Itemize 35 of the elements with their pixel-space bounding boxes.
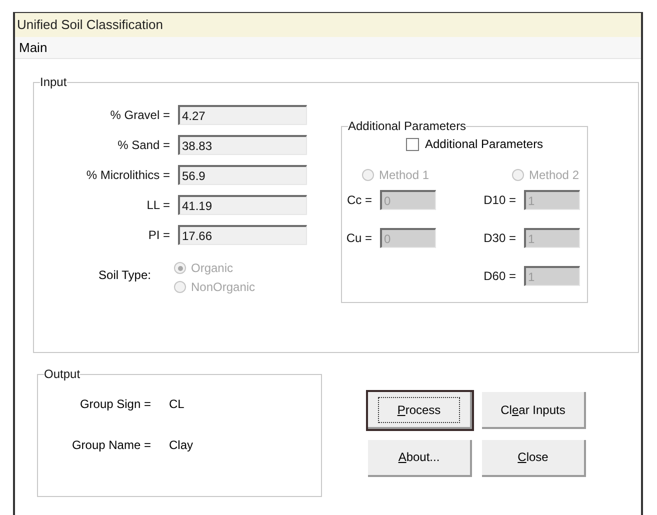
field-label: Soil Type: [98, 267, 151, 284]
input-field[interactable]: 56.9 [178, 165, 307, 185]
checkbox-label: Additional Parameters [425, 136, 544, 153]
field-label: D10 = [482, 192, 516, 209]
group-title: Additional Parameters [348, 118, 466, 135]
output-label: Group Name = [70, 437, 151, 454]
group-title: Output [44, 366, 80, 383]
field-label: % Gravel = [109, 107, 170, 124]
field-label: LL = [146, 197, 170, 214]
radio-label: NonOrganic [191, 279, 256, 296]
output-value: CL [169, 396, 184, 413]
menu-item[interactable]: Main [18, 38, 48, 58]
output-label: Group Sign = [78, 396, 151, 413]
checkbox[interactable] [406, 138, 419, 150]
dialog-button[interactable]: Process [368, 392, 472, 429]
input-field[interactable]: 17.66 [178, 225, 307, 245]
group-title: Input [40, 74, 67, 91]
field-label: % Microlithics = [85, 167, 170, 184]
dialog-button[interactable]: About... [368, 440, 472, 476]
radio-label: Organic [191, 260, 234, 277]
output-value: Clay [169, 437, 194, 454]
field-label: D30 = [482, 230, 516, 247]
radio-label: Method 2 [528, 167, 579, 184]
field-label: Cu = [345, 230, 372, 247]
dialog-button[interactable]: Clear Inputs [482, 392, 586, 429]
field-label: % Sand = [116, 137, 170, 154]
input-field[interactable]: 41.19 [178, 195, 307, 215]
radio-label: Method 1 [379, 167, 430, 184]
input-field[interactable]: 4.27 [178, 105, 307, 125]
dialog-button[interactable]: Close [482, 440, 586, 476]
window-title: Unified Soil Classification [17, 16, 163, 34]
field-label: PI = [147, 227, 170, 244]
input-field[interactable]: 38.83 [178, 135, 307, 155]
field-label: Cc = [346, 192, 372, 209]
field-label: D60 = [482, 268, 516, 285]
